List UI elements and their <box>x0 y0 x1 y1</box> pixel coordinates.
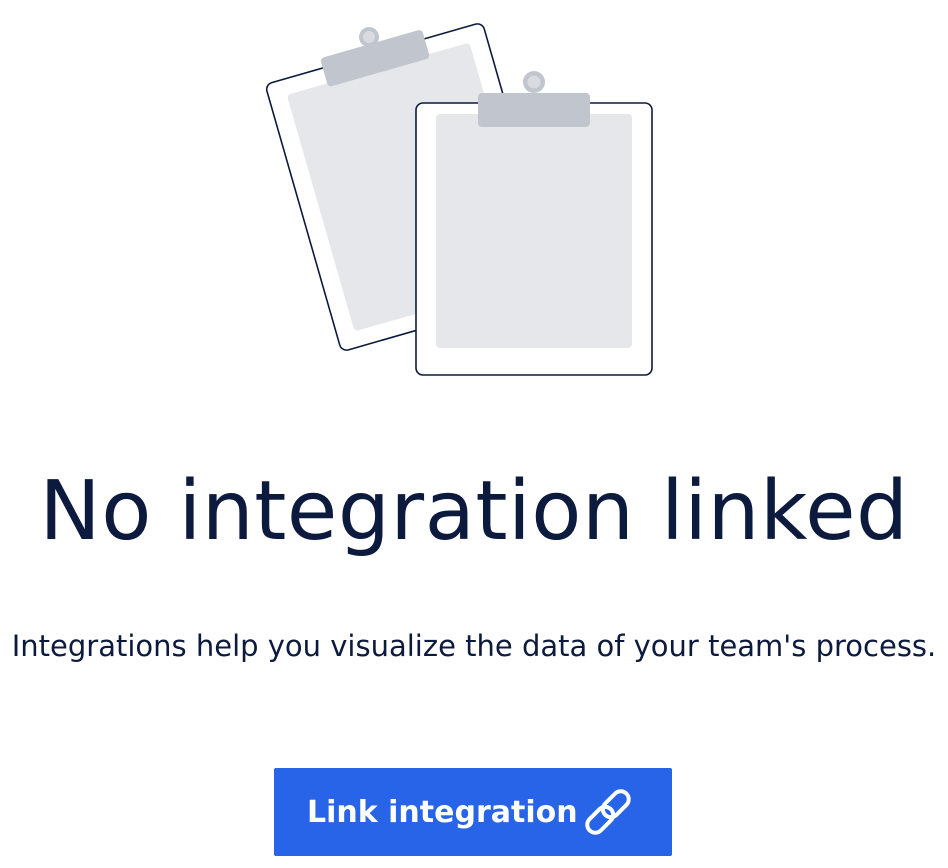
empty-state-description: Integrations help you visualize the data… <box>11 629 937 663</box>
clipboards-icon <box>265 23 653 376</box>
link-integration-button-label: Link integration <box>307 794 578 830</box>
page-title: No integration linked <box>39 464 909 559</box>
link-icon <box>585 789 631 835</box>
link-integration-button[interactable]: Link integration <box>274 768 672 856</box>
